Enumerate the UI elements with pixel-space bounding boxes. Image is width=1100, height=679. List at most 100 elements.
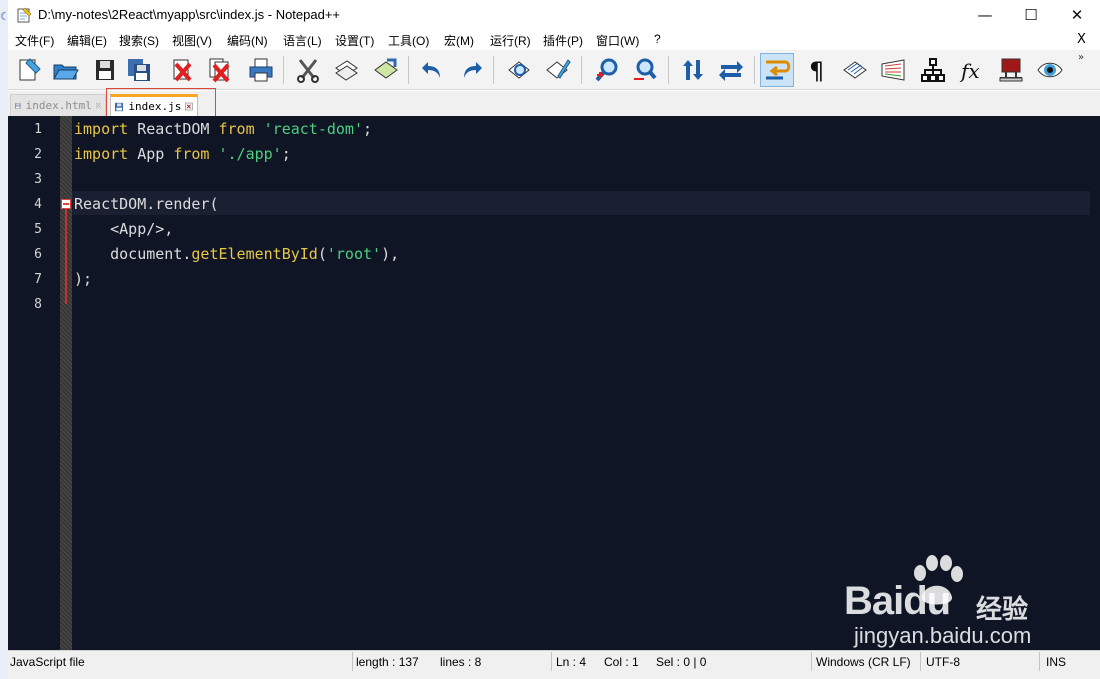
- line-number-gutter: 1 2 3 4 5 6 7 8: [8, 116, 60, 650]
- close-document-button[interactable]: X: [1077, 32, 1086, 47]
- menu-plugins[interactable]: 插件(P): [543, 32, 583, 49]
- minimize-button[interactable]: —: [962, 0, 1008, 30]
- folder-as-workspace-button[interactable]: [994, 53, 1028, 87]
- code-line[interactable]: import ReactDOM from 'react-dom';: [74, 120, 372, 138]
- indent-guide-button[interactable]: [838, 53, 872, 87]
- save-button[interactable]: [88, 53, 122, 87]
- status-length: length : 137: [356, 654, 419, 669]
- close-window-button[interactable]: ✕: [1054, 0, 1100, 30]
- menu-file[interactable]: 文件(F): [15, 32, 54, 49]
- zoom-out-button[interactable]: [628, 53, 662, 87]
- close-button[interactable]: [165, 53, 199, 87]
- line-number: 5: [34, 222, 42, 237]
- word-wrap-button[interactable]: [760, 53, 794, 87]
- word-wrap-icon: [766, 60, 791, 80]
- fold-margin[interactable]: [60, 116, 72, 650]
- menu-macro[interactable]: 宏(M): [444, 32, 474, 49]
- menu-window[interactable]: 窗口(W): [596, 32, 639, 49]
- menu-run[interactable]: 运行(R): [490, 32, 531, 49]
- tab-close-icon[interactable]: [95, 100, 101, 111]
- undo-button[interactable]: [416, 53, 450, 87]
- toolbar-separator: [668, 56, 669, 84]
- function-button[interactable]: fx: [955, 53, 989, 87]
- code-token: './app': [218, 145, 282, 163]
- code-line[interactable]: import App from './app';: [74, 145, 291, 163]
- background-app-strip: ☾: [0, 0, 10, 679]
- menu-edit[interactable]: 编辑(E): [67, 32, 107, 49]
- document-map-button[interactable]: [876, 53, 910, 87]
- code-token: ),: [381, 245, 400, 263]
- menu-encoding[interactable]: 编码(N): [227, 32, 268, 49]
- code-token: <App/>,: [74, 220, 174, 238]
- sync-horizontal-icon: [719, 61, 743, 81]
- menu-tools[interactable]: 工具(O): [388, 32, 429, 49]
- menu-search[interactable]: 搜索(S): [119, 32, 159, 49]
- function-icon: fx: [959, 59, 980, 83]
- status-col: Col : 1: [604, 654, 639, 669]
- code-token: getElementById: [191, 245, 318, 263]
- menu-language[interactable]: 语言(L): [283, 32, 322, 49]
- code-editor[interactable]: 1 2 3 4 5 6 7 8 import ReactDOM from 're…: [8, 116, 1100, 650]
- current-line-highlight: [72, 191, 1090, 215]
- maximize-button[interactable]: ☐: [1008, 0, 1054, 30]
- svg-text:¶: ¶: [809, 57, 824, 84]
- status-divider: [1039, 652, 1040, 671]
- show-all-chars-icon: ¶: [809, 57, 824, 84]
- paste-button[interactable]: [369, 53, 403, 87]
- code-token: 'react-dom': [263, 120, 363, 138]
- code-token: 'root': [326, 245, 382, 263]
- status-divider: [551, 652, 552, 671]
- function-list-button[interactable]: [916, 53, 950, 87]
- tab-label: index.html: [25, 99, 92, 112]
- status-encoding[interactable]: UTF-8: [926, 651, 960, 672]
- notepad-plus-plus-window: D:\my-notes\2React\myapp\src\index.js - …: [8, 0, 1100, 679]
- status-eol[interactable]: Windows (CR LF): [816, 651, 911, 672]
- menu-settings[interactable]: 设置(T): [335, 32, 374, 49]
- background-app-icon: ☾: [0, 10, 10, 23]
- status-insert-mode: INS: [1046, 654, 1067, 669]
- copy-button[interactable]: [330, 53, 364, 87]
- redo-button[interactable]: [454, 53, 488, 87]
- tab-index-js[interactable]: index.js: [110, 94, 198, 116]
- vertical-scrollbar[interactable]: [1090, 116, 1100, 650]
- menu-view[interactable]: 视图(V): [172, 32, 212, 49]
- tab-close-icon[interactable]: [185, 101, 193, 112]
- print-icon: [249, 58, 273, 82]
- baidu-jingyan-watermark: Baidu 经验 jingyan.baidu.com: [844, 555, 1064, 655]
- function-list-icon: [921, 58, 945, 82]
- sync-horizontal-button[interactable]: [714, 53, 748, 87]
- baidu-paw-logo: [914, 555, 963, 605]
- new-file-button[interactable]: [12, 53, 46, 87]
- code-line[interactable]: <App/>,: [74, 220, 173, 238]
- toolbar-separator: [283, 56, 284, 84]
- close-icon: [173, 59, 192, 82]
- code-line[interactable]: ReactDOM.render(: [74, 195, 219, 213]
- save-icon: [96, 60, 114, 80]
- monitoring-button[interactable]: [1033, 53, 1067, 87]
- code-token: (: [317, 245, 327, 263]
- code-line[interactable]: document.getElementById('root'),: [74, 245, 399, 263]
- replace-button[interactable]: [541, 53, 575, 87]
- close-all-button[interactable]: [203, 53, 237, 87]
- code-token: document.: [74, 245, 192, 263]
- status-ln: Ln : 4: [556, 654, 587, 669]
- menu-help[interactable]: ?: [654, 32, 661, 46]
- toolbar: ¶ fx »: [8, 50, 1100, 90]
- status-sel: Sel : 0 | 0: [656, 654, 707, 669]
- tab-index-html[interactable]: index.html: [10, 94, 106, 116]
- fold-toggle-icon[interactable]: [61, 199, 71, 209]
- code-line[interactable]: );: [74, 270, 92, 288]
- show-all-chars-button[interactable]: ¶: [800, 53, 834, 87]
- toolbar-overflow-button[interactable]: »: [1078, 52, 1084, 63]
- find-icon: [508, 61, 530, 79]
- watermark-brand: Baidu: [844, 579, 951, 623]
- find-button[interactable]: [502, 53, 536, 87]
- sync-vertical-button[interactable]: [676, 53, 710, 87]
- line-number: 3: [34, 172, 42, 187]
- window-title: D:\my-notes\2React\myapp\src\index.js - …: [38, 7, 341, 22]
- save-all-button[interactable]: [122, 53, 156, 87]
- print-button[interactable]: [244, 53, 278, 87]
- open-file-button[interactable]: [48, 53, 82, 87]
- cut-button[interactable]: [291, 53, 325, 87]
- zoom-in-button[interactable]: [590, 53, 624, 87]
